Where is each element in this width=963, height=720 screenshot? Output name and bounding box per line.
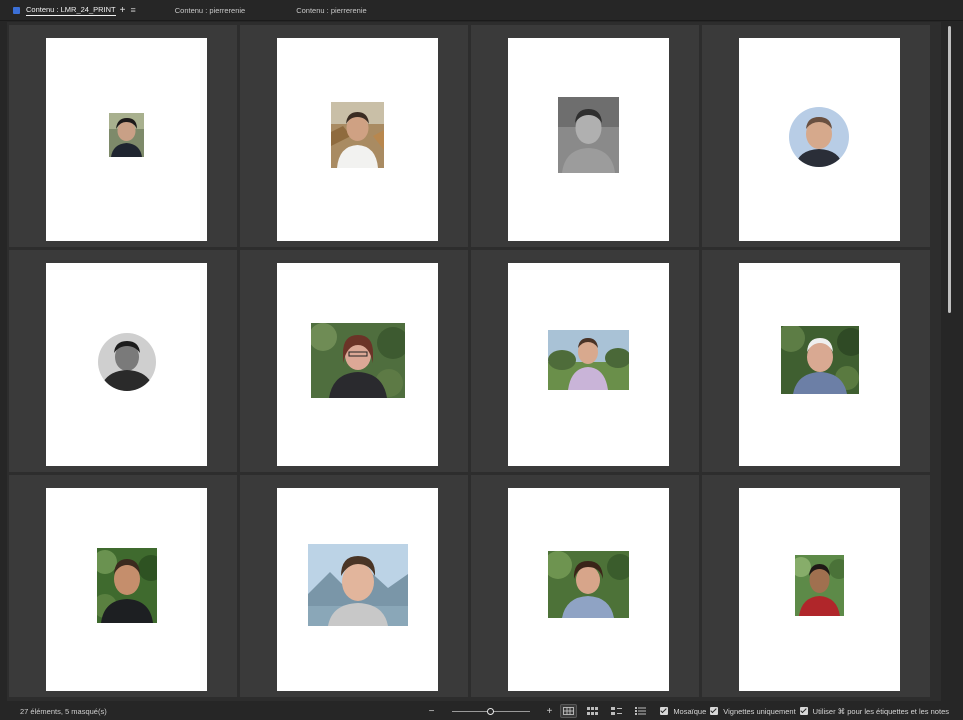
portrait-photo [558,97,619,173]
tab-pierrerenie-1[interactable]: Contenu : pierrerenie [162,0,245,21]
list-view-icon [635,707,647,715]
tab-pierrerenie-2[interactable]: Contenu : pierrerenie [283,0,366,21]
page-thumbnail [46,488,207,691]
page-thumbnail [508,38,669,241]
page-thumbnail [277,488,438,691]
page-thumbnail [739,38,900,241]
portrait-photo [308,544,408,626]
thumbnail-cell[interactable] [240,475,468,697]
grid-row [7,25,941,247]
portrait-photo [789,107,849,167]
thumbnail-cell[interactable] [240,25,468,247]
grid-view-button[interactable] [560,704,578,718]
content-grid [7,22,941,701]
thumbnail-cell[interactable] [9,25,237,247]
thumbnail-cell[interactable] [9,250,237,472]
portrait-photo [311,323,405,398]
details-view-button[interactable] [608,704,625,718]
item-count-text: 27 éléments, 5 masqué(s) [20,706,107,716]
page-thumbnail [277,263,438,466]
portrait-photo [548,551,629,618]
thumbnail-cell[interactable] [471,250,699,472]
grid-row [7,475,941,697]
add-tab-icon[interactable]: + [120,5,126,16]
thumbnail-cell[interactable] [471,25,699,247]
tab-label: Contenu : LMR_24_PRINT [26,4,116,16]
tab-label: Contenu : pierrerenie [296,5,367,15]
status-bar: 27 éléments, 5 masqué(s) − + Mosaïque Vi… [0,702,963,720]
scrollbar-thumb[interactable] [948,26,951,313]
mosaic-checkbox[interactable] [660,707,669,715]
page-thumbnail [277,38,438,241]
thumbnail-cell[interactable] [702,250,930,472]
use-cmd-label: Utiliser ⌘ pour les étiquettes et les no… [812,706,949,716]
thumbnail-cell[interactable] [471,475,699,697]
details-view-icon [611,707,623,715]
tab-bar: Contenu : LMR_24_PRINT + ≡ Contenu : pie… [0,0,963,21]
portrait-photo [109,113,144,157]
compact-grid-icon [587,707,599,715]
tab-lmr-24-print[interactable]: Contenu : LMR_24_PRINT + ≡ [0,0,136,21]
portrait-photo [98,333,156,391]
grid-row [7,250,941,472]
page-thumbnail [46,263,207,466]
use-cmd-checkbox[interactable] [799,707,808,715]
thumbnail-cell[interactable] [702,25,930,247]
portrait-photo [331,102,384,168]
grid-view-icon [563,707,575,715]
app-window: Contenu : LMR_24_PRINT + ≡ Contenu : pie… [0,0,963,720]
page-thumbnail [739,263,900,466]
mosaic-label: Mosaïque [673,706,707,716]
thumbnail-cell[interactable] [702,475,930,697]
zoom-slider-knob[interactable] [487,707,495,715]
portrait-photo [795,555,844,616]
page-thumbnail [508,488,669,691]
zoom-out-button[interactable]: − [429,706,435,717]
tab-menu-icon[interactable]: ≡ [130,5,135,15]
thumbnail-cell[interactable] [9,475,237,697]
page-thumbnail [508,263,669,466]
portrait-photo [548,330,629,390]
thumbnail-cell[interactable] [240,250,468,472]
page-thumbnail [46,38,207,241]
zoom-slider[interactable] [452,707,531,715]
vertical-scrollbar[interactable] [943,22,957,701]
portrait-photo [781,326,859,394]
thumbnails-only-checkbox[interactable] [710,707,719,715]
thumbnails-only-label: Vignettes uniquement [723,706,796,716]
portrait-photo [97,548,157,623]
filmstrip-view-button[interactable] [584,704,601,718]
list-view-button[interactable] [632,704,649,718]
page-thumbnail [739,488,900,691]
zoom-in-button[interactable]: + [546,706,552,717]
view-controls: − + Mosaïque Vignettes uniquement Utilis… [429,702,949,720]
tab-label: Contenu : pierrerenie [174,5,246,15]
panel-color-swatch [13,6,20,14]
